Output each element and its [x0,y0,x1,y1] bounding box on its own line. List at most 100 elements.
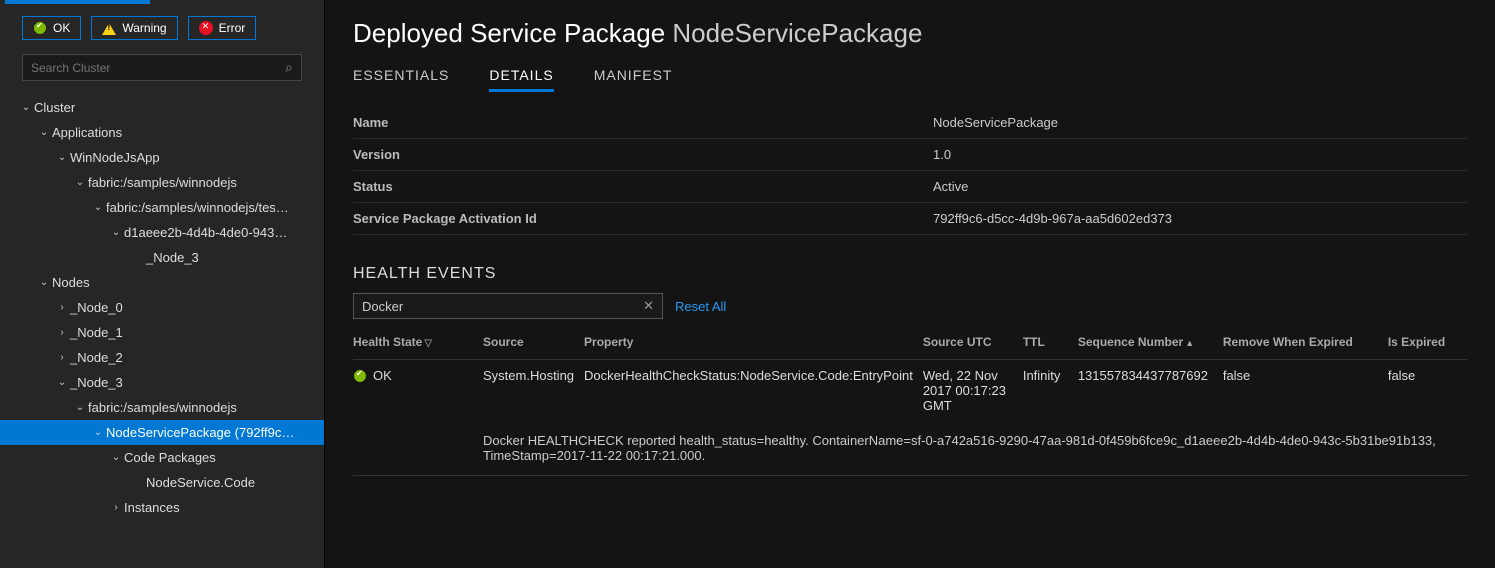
tree-label: Nodes [52,275,90,290]
chevron-down-icon: ⌄ [36,127,52,138]
tree-applications[interactable]: ⌄Applications [0,120,324,145]
cell-ttl: Infinity [1023,360,1078,422]
col-source[interactable]: Source [483,329,584,360]
col-health-state[interactable]: Health State▽ [353,329,483,360]
col-ttl[interactable]: TTL [1023,329,1078,360]
chevron-right-icon: › [54,302,70,313]
tree-label: _Node_3 [70,375,123,390]
tree-instances[interactable]: ›Instances [0,495,324,520]
table-row[interactable]: OK System.Hosting DockerHealthCheckStatu… [353,360,1467,422]
chevron-down-icon: ⌄ [72,402,88,413]
tree-code-packages[interactable]: ⌄Code Packages [0,445,324,470]
chevron-down-icon: ⌄ [72,177,88,188]
page-title-prefix: Deployed Service Package [353,18,672,48]
health-filter-row: ✕ Reset All [353,293,1467,319]
col-sequence-number[interactable]: Sequence Number▲ [1078,329,1223,360]
tree-node-3[interactable]: ⌄_Node_3 [0,370,324,395]
tab-manifest[interactable]: MANIFEST [594,67,673,92]
filter-warning-button[interactable]: Warning [91,16,177,40]
tree-node-0[interactable]: ›_Node_0 [0,295,324,320]
health-state-cell: OK [353,368,473,383]
tree-service-winnodejs[interactable]: ⌄fabric:/samples/winnodejs [0,170,324,195]
cell-is-expired: false [1388,360,1467,422]
col-is-expired[interactable]: Is Expired [1388,329,1467,360]
filter-ok-label: OK [53,21,70,35]
prop-label: Version [353,147,933,162]
prop-value: Active [933,179,968,194]
chevron-right-icon: › [54,327,70,338]
health-events-table: Health State▽ Source Property Source UTC… [353,329,1467,476]
health-filter-input-box[interactable]: ✕ [353,293,663,319]
prop-label: Service Package Activation Id [353,211,933,226]
ok-icon [353,369,367,383]
chevron-down-icon: ⌄ [90,427,106,438]
tree-node-2[interactable]: ›_Node_2 [0,345,324,370]
filter-error-button[interactable]: Error [188,16,257,40]
main-panel: Deployed Service Package NodeServicePack… [325,0,1495,568]
tree-replica-node[interactable]: _Node_3 [0,245,324,270]
tree-label: Instances [124,500,180,515]
health-filter-buttons: OK Warning Error [0,4,324,50]
warning-icon [102,21,116,35]
col-source-utc[interactable]: Source UTC [923,329,1023,360]
chevron-down-icon: ⌄ [54,152,70,163]
prop-row: Service Package Activation Id792ff9c6-d5… [353,203,1467,235]
prop-row: NameNodeServicePackage [353,107,1467,139]
cell-seq: 131557834437787692 [1078,360,1223,422]
search-icon: ⌕ [285,59,293,76]
tree-label: fabric:/samples/winnodejs [88,400,237,415]
col-property[interactable]: Property [584,329,923,360]
cell-remove-when-expired: false [1223,360,1388,422]
tree-app-winnodejsapp[interactable]: ⌄WinNodeJsApp [0,145,324,170]
sidebar: OK Warning Error ⌕ ⌄Cluster ⌄Application… [0,0,325,568]
cluster-tree: ⌄Cluster ⌄Applications ⌄WinNodeJsApp ⌄fa… [0,91,324,568]
tree-node3-pkg[interactable]: ⌄NodeServicePackage (792ff9c… [0,420,324,445]
cell-source: System.Hosting [483,360,584,422]
prop-label: Status [353,179,933,194]
filter-error-label: Error [219,21,246,35]
tree-label: fabric:/samples/winnodejs/tes… [106,200,289,215]
filter-ok-button[interactable]: OK [22,16,81,40]
health-filter-input[interactable] [362,299,643,314]
tree-label: _Node_3 [146,250,199,265]
tab-details[interactable]: DETAILS [489,67,553,92]
tree-node-1[interactable]: ›_Node_1 [0,320,324,345]
chevron-right-icon: › [54,352,70,363]
table-detail-row: Docker HEALTHCHECK reported health_statu… [353,421,1467,476]
chevron-down-icon: ⌄ [18,102,34,113]
tabs: ESSENTIALS DETAILS MANIFEST [353,67,1467,93]
tree-label: _Node_2 [70,350,123,365]
tree-label: Applications [52,125,122,140]
search-input[interactable] [31,61,285,75]
cell-value: OK [373,368,392,383]
col-remove-when-expired[interactable]: Remove When Expired [1223,329,1388,360]
chevron-right-icon: › [108,502,124,513]
prop-value: 1.0 [933,147,951,162]
tree-label: Cluster [34,100,75,115]
filter-warning-label: Warning [122,21,166,35]
tree-label: fabric:/samples/winnodejs [88,175,237,190]
prop-value: NodeServicePackage [933,115,1058,130]
page-title-name: NodeServicePackage [672,18,922,48]
tab-essentials[interactable]: ESSENTIALS [353,67,449,92]
tree-replica[interactable]: ⌄d1aeee2b-4d4b-4de0-943… [0,220,324,245]
col-label: Sequence Number [1078,335,1183,349]
tree-partition[interactable]: ⌄fabric:/samples/winnodejs/tes… [0,195,324,220]
tree-label: NodeServicePackage (792ff9c… [106,425,294,440]
filter-icon: ▽ [424,338,432,349]
search-cluster-box[interactable]: ⌕ [22,54,302,81]
tree-cluster[interactable]: ⌄Cluster [0,95,324,120]
sort-asc-icon: ▲ [1185,338,1194,348]
tree-code-package-item[interactable]: NodeService.Code [0,470,324,495]
tree-label: WinNodeJsApp [70,150,160,165]
chevron-down-icon: ⌄ [36,277,52,288]
detail-text: Docker HEALTHCHECK reported health_statu… [483,421,1467,476]
tree-node3-app[interactable]: ⌄fabric:/samples/winnodejs [0,395,324,420]
chevron-down-icon: ⌄ [90,202,106,213]
reset-all-link[interactable]: Reset All [675,299,726,314]
prop-row: Version1.0 [353,139,1467,171]
tree-nodes[interactable]: ⌄Nodes [0,270,324,295]
prop-row: StatusActive [353,171,1467,203]
cell-property: DockerHealthCheckStatus:NodeService.Code… [584,360,923,422]
clear-icon[interactable]: ✕ [643,298,654,314]
